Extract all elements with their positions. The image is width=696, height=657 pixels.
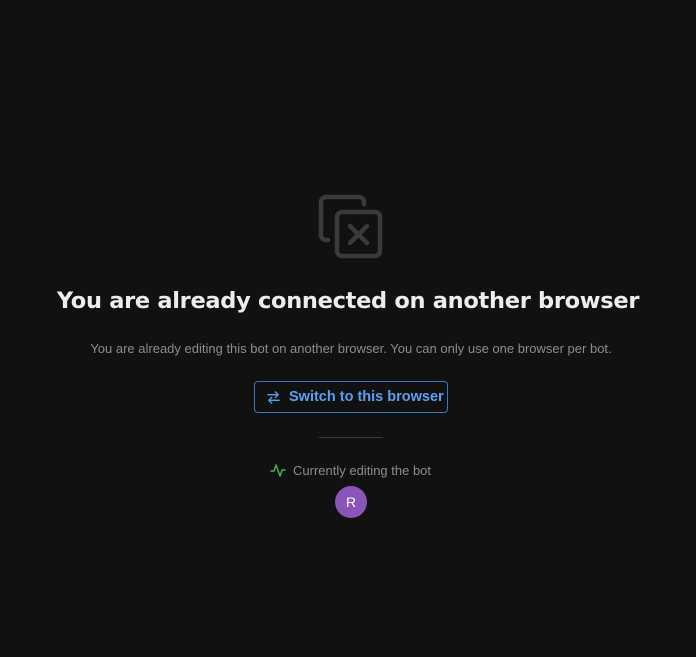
switch-to-this-browser-button[interactable]: Switch to this browser xyxy=(254,381,448,413)
page: You are already connected on another bro… xyxy=(0,0,696,657)
avatar-initial: R xyxy=(345,494,357,510)
arrows-left-right-icon xyxy=(266,390,281,405)
duplicate-x-icon xyxy=(318,194,384,260)
page-subtitle: You are already editing this bot on anot… xyxy=(90,341,612,356)
switch-button-label: Switch to this browser xyxy=(289,389,444,405)
page-title: You are already connected on another bro… xyxy=(56,288,640,314)
editing-status: Currently editing the bot xyxy=(270,461,431,479)
divider xyxy=(319,437,383,438)
avatar[interactable]: R xyxy=(335,486,367,518)
editing-status-label: Currently editing the bot xyxy=(293,462,432,478)
activity-pulse-icon xyxy=(270,462,286,478)
